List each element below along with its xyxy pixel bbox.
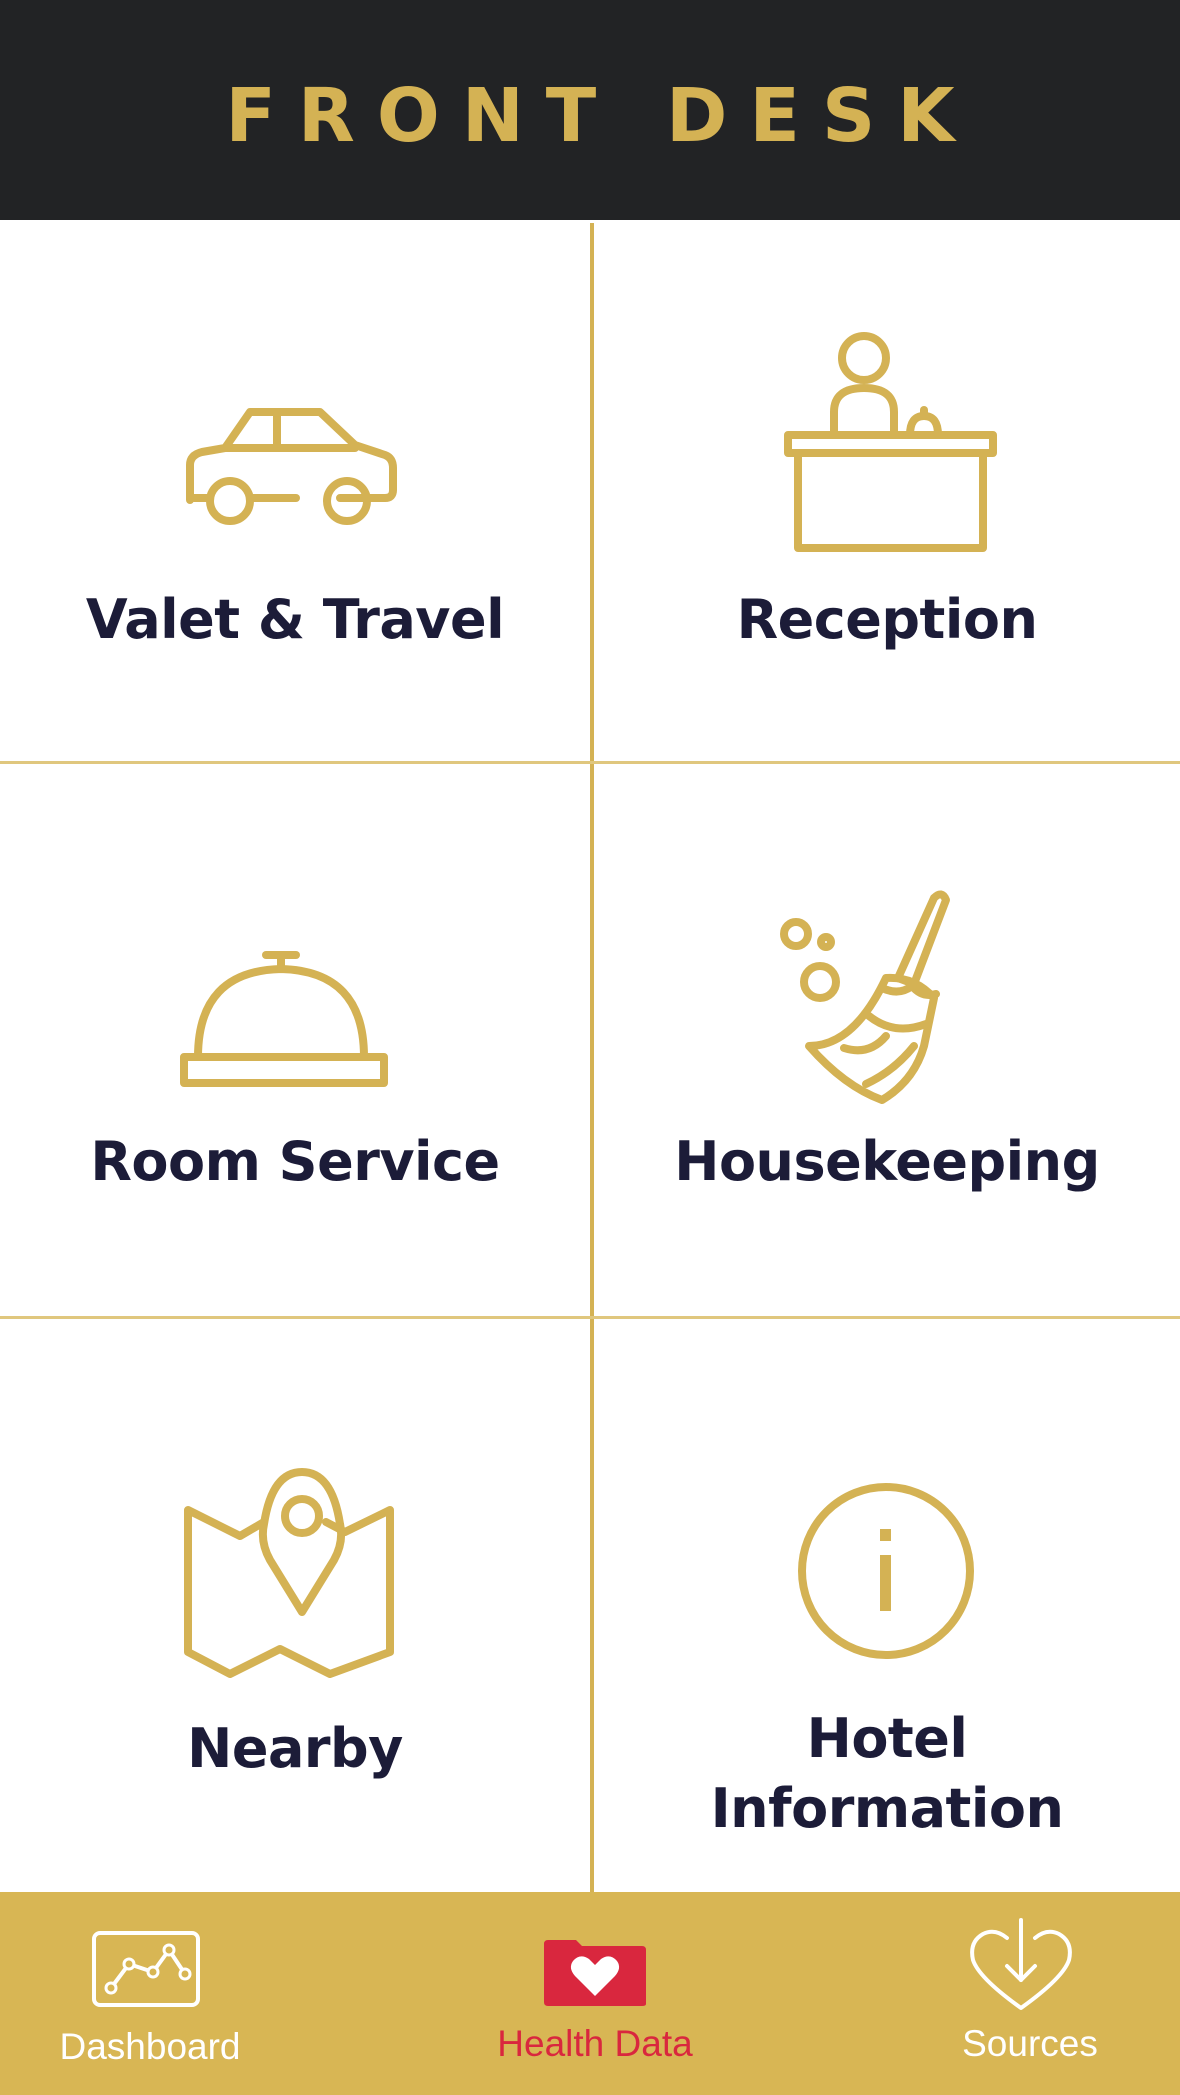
header-bar: FRONT DESK <box>0 0 1180 220</box>
chart-icon <box>92 1931 200 2007</box>
page-title: FRONT DESK <box>225 73 977 159</box>
tab-health-data[interactable]: Health Data <box>440 1892 750 2095</box>
tile-label-line2: Information <box>710 1777 1064 1840</box>
tile-label: Hotel <box>806 1707 968 1770</box>
broom-icon <box>780 890 950 1104</box>
tab-bar: Dashboard Health Data Sources <box>0 1892 1180 2095</box>
tab-sources[interactable]: Sources <box>880 1892 1180 2095</box>
reception-desk-icon <box>784 332 997 552</box>
car-icon <box>186 408 397 525</box>
service-grid: Valet & Travel Reception Room Service Ho… <box>0 220 1180 1892</box>
cloche-icon <box>180 951 388 1087</box>
tile-label: Valet & Travel <box>85 588 505 651</box>
heart-folder-icon <box>544 1940 646 2006</box>
tile-label: Housekeeping <box>674 1130 1100 1193</box>
tile-housekeeping[interactable]: Housekeeping <box>594 764 1180 1316</box>
tile-nearby[interactable]: Nearby <box>0 1319 590 1892</box>
tab-label: Health Data <box>497 2023 693 2064</box>
tile-label: Room Service <box>90 1130 500 1193</box>
tile-label: Nearby <box>187 1717 403 1780</box>
tile-reception[interactable]: Reception <box>594 220 1180 761</box>
tab-dashboard[interactable]: Dashboard <box>0 1892 300 2095</box>
tile-valet-travel[interactable]: Valet & Travel <box>0 220 590 761</box>
tab-label: Sources <box>962 2023 1098 2064</box>
map-pin-icon <box>184 1468 394 1678</box>
tile-label: Reception <box>736 588 1038 651</box>
tab-label: Dashboard <box>59 2026 241 2067</box>
tile-hotel-information[interactable]: Hotel Information <box>594 1319 1180 1892</box>
info-icon <box>798 1483 974 1659</box>
heart-download-icon <box>970 1918 1072 2010</box>
tile-room-service[interactable]: Room Service <box>0 764 590 1316</box>
